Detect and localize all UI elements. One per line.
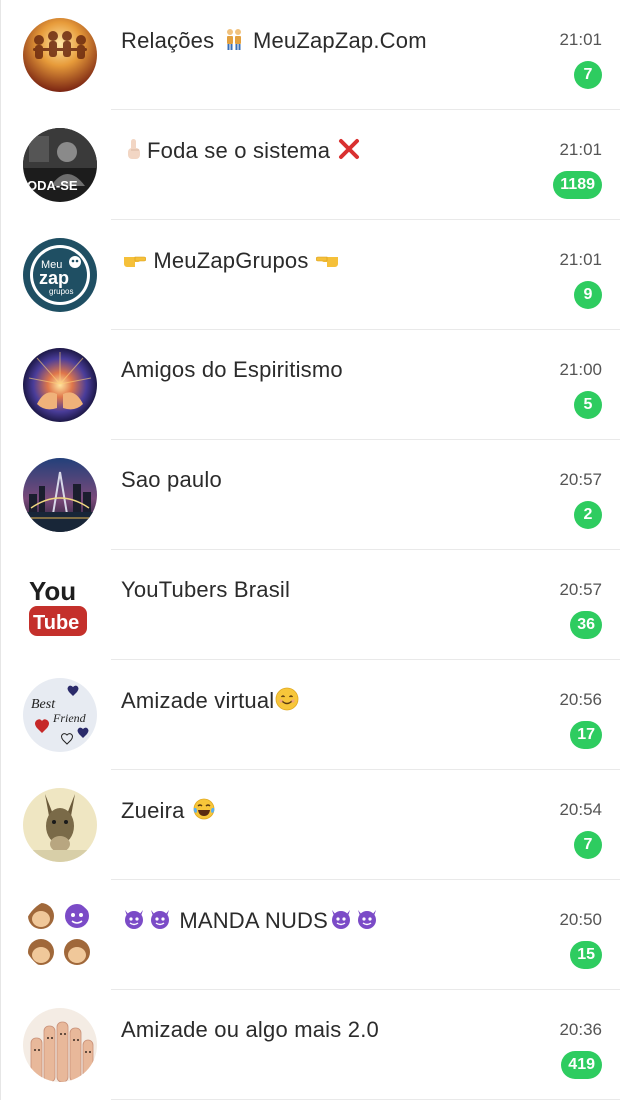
unread-badge: 9 xyxy=(574,281,602,309)
chat-time: 20:50 xyxy=(559,910,602,929)
couple-emoji xyxy=(222,27,246,51)
chat-name-text: Foda se o sistema xyxy=(147,138,331,163)
meuzap-logo-avatar[interactable]: Meu zap grupos xyxy=(23,238,97,312)
pointing-right-emoji xyxy=(122,247,146,271)
chat-name-text: MeuZapGrupos xyxy=(153,248,309,273)
avatar-text-2: Tube xyxy=(33,612,79,634)
monkeys-devils-avatar[interactable] xyxy=(23,898,97,972)
devil-emoji xyxy=(122,907,146,931)
glowing-hands-avatar[interactable] xyxy=(23,348,97,422)
chat-time: 21:01 xyxy=(559,30,602,49)
chat-row-amigos-do-espiritismo[interactable]: Amigos do Espiritismo 21:00 5 xyxy=(1,330,620,440)
unread-badge: 7 xyxy=(574,61,602,89)
people-silhouettes-avatar[interactable] xyxy=(23,18,97,92)
chat-name-text: Relações xyxy=(121,28,215,53)
devil-emoji xyxy=(329,907,353,931)
chat-row-meuzapgrupos[interactable]: Meu zap grupos MeuZapGrupos 21:01 9 xyxy=(1,220,620,330)
chat-name-text: Amizade virtual xyxy=(121,688,275,713)
unread-badge: 5 xyxy=(574,391,602,419)
chat-name: YouTubers Brasil xyxy=(121,577,291,602)
chat-time: 20:57 xyxy=(559,580,602,599)
chat-name: Amizade virtual xyxy=(121,687,300,714)
avatar-text-1: You xyxy=(29,576,76,606)
city-night-avatar[interactable] xyxy=(23,458,97,532)
chat-name: Foda se o sistema xyxy=(121,137,362,164)
chat-name: Relações MeuZapZap.Com xyxy=(121,27,427,54)
chat-name: Zueira xyxy=(121,797,217,824)
unread-badge: 36 xyxy=(570,611,602,639)
finger-faces-avatar[interactable] xyxy=(23,1008,97,1082)
unread-badge: 2 xyxy=(574,501,602,529)
chat-time: 20:57 xyxy=(559,470,602,489)
chat-row-foda-se-o-sistema[interactable]: ODA-SE Foda se o sistema 21:01 1189 xyxy=(1,110,620,220)
devil-emoji xyxy=(355,907,379,931)
donkey-avatar[interactable] xyxy=(23,788,97,862)
smiling-face-emoji xyxy=(275,687,299,711)
chat-time: 21:01 xyxy=(559,140,602,159)
unread-badge: 419 xyxy=(561,1051,602,1079)
unread-badge: 15 xyxy=(570,941,602,969)
chat-time: 21:01 xyxy=(559,250,602,269)
chat-row-relacoes[interactable]: Relações MeuZapZap.Com 21:01 7 xyxy=(1,0,620,110)
avatar-text: ODA-SE xyxy=(27,178,78,193)
person-photo-avatar[interactable]: ODA-SE xyxy=(23,128,97,202)
pointing-left-emoji xyxy=(315,247,340,271)
chat-name: MANDA NUDS xyxy=(121,907,380,934)
best-friend-avatar[interactable]: Best Friend xyxy=(23,678,97,752)
avatar-text-2: Friend xyxy=(52,711,87,725)
chat-list: Relações MeuZapZap.Com 21:01 7 ODA-SE Fo… xyxy=(0,0,620,1100)
chat-row-sao-paulo[interactable]: Sao paulo 20:57 2 xyxy=(1,440,620,550)
chat-row-youtubers-brasil[interactable]: You Tube YouTubers Brasil 20:57 36 xyxy=(1,550,620,660)
chat-row-amizade-virtual[interactable]: Best Friend Amizade virtual 20:56 17 xyxy=(1,660,620,770)
chat-name: Amizade ou algo mais 2.0 xyxy=(121,1017,379,1042)
chat-name: Sao paulo xyxy=(121,467,222,492)
chat-time: 21:00 xyxy=(559,360,602,379)
chat-row-manda-nuds[interactable]: MANDA NUDS 20:50 15 xyxy=(1,880,620,990)
chat-name: Amigos do Espiritismo xyxy=(121,357,343,382)
chat-name: MeuZapGrupos xyxy=(121,247,341,274)
chat-name-text: MANDA NUDS xyxy=(179,908,328,933)
unread-badge: 1189 xyxy=(553,171,602,199)
chat-name-text: Zueira xyxy=(121,798,185,823)
chat-name-suffix: MeuZapZap.Com xyxy=(252,28,427,53)
chat-row-zueira[interactable]: Zueira 20:54 7 xyxy=(1,770,620,880)
tears-of-joy-emoji xyxy=(192,797,216,821)
unread-badge: 7 xyxy=(574,831,602,859)
avatar-text-1: Best xyxy=(31,697,56,712)
devil-emoji xyxy=(148,907,172,931)
chat-row-amizade-ou-algo-mais[interactable]: Amizade ou algo mais 2.0 20:36 419 xyxy=(1,990,620,1100)
youtube-logo-avatar[interactable]: You Tube xyxy=(23,568,97,642)
unread-badge: 17 xyxy=(570,721,602,749)
chat-time: 20:36 xyxy=(559,1020,602,1039)
avatar-text-2: zap xyxy=(39,268,69,288)
avatar-text-3: grupos xyxy=(49,287,73,296)
cross-mark-emoji xyxy=(337,137,361,161)
raised-finger-emoji xyxy=(122,137,146,161)
chat-time: 20:56 xyxy=(559,690,602,709)
chat-time: 20:54 xyxy=(559,800,602,819)
